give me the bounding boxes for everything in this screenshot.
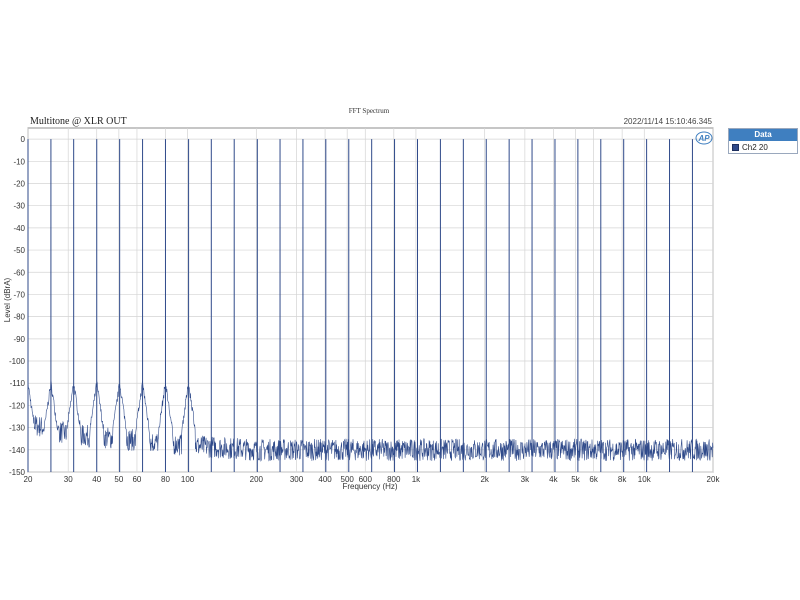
x-tick-label: 8k (618, 475, 627, 484)
x-tick-label: 400 (318, 475, 332, 484)
x-tick-label: 30 (64, 475, 73, 484)
plot-area (27, 127, 714, 473)
y-tick-label: -70 (13, 290, 25, 299)
x-tick-label: 20k (707, 475, 721, 484)
y-tick-label: -110 (10, 379, 26, 388)
x-tick-label: 3k (521, 475, 530, 484)
y-tick-label: -120 (9, 401, 26, 410)
fft-spectrum-chart: FFT Spectrum Multitone @ XLR OUT 2022/11… (3, 107, 721, 491)
y-tick-label: -90 (13, 335, 25, 344)
legend: Data Ch2 20 (728, 128, 798, 154)
chart-title: FFT Spectrum (349, 107, 390, 115)
y-tick-label: -10 (13, 157, 25, 166)
y-tick-label: -140 (9, 446, 26, 455)
x-tick-label: 20 (24, 475, 33, 484)
y-tick-label: -60 (13, 268, 25, 277)
y-tick-label: -130 (9, 424, 26, 433)
y-tick-label: -50 (13, 246, 25, 255)
x-tick-label: 50 (114, 475, 123, 484)
legend-entry[interactable]: Ch2 20 (729, 141, 797, 153)
x-tick-label: 200 (250, 475, 264, 484)
x-tick-label: 60 (132, 475, 141, 484)
y-tick-label: -20 (13, 179, 25, 188)
x-tick-label: 4k (549, 475, 558, 484)
legend-title: Data (729, 129, 797, 141)
y-tick-label: -30 (13, 202, 25, 211)
y-tick-label: 0 (21, 135, 26, 144)
x-tick-label: 300 (290, 475, 304, 484)
ap-logo-text: AP (697, 134, 710, 143)
x-tick-label: 1k (412, 475, 421, 484)
y-tick-label: -100 (9, 357, 26, 366)
x-tick-label: 10k (638, 475, 652, 484)
y-axis-title: Level (dBrA) (3, 277, 12, 322)
y-tick-label: -80 (13, 313, 25, 322)
x-tick-label: 100 (181, 475, 195, 484)
chart-timestamp: 2022/11/14 15:10:46.345 (624, 117, 713, 126)
x-tick-label: 6k (589, 475, 598, 484)
x-tick-label: 80 (161, 475, 170, 484)
x-tick-label: 40 (92, 475, 101, 484)
legend-entry-label: Ch2 20 (742, 142, 768, 152)
chart-subtitle: Multitone @ XLR OUT (30, 116, 127, 127)
y-tick-label: -40 (13, 224, 25, 233)
legend-swatch (732, 143, 739, 151)
x-tick-label: 5k (571, 475, 580, 484)
x-axis-title: Frequency (Hz) (342, 482, 397, 491)
x-tick-label: 2k (480, 475, 489, 484)
